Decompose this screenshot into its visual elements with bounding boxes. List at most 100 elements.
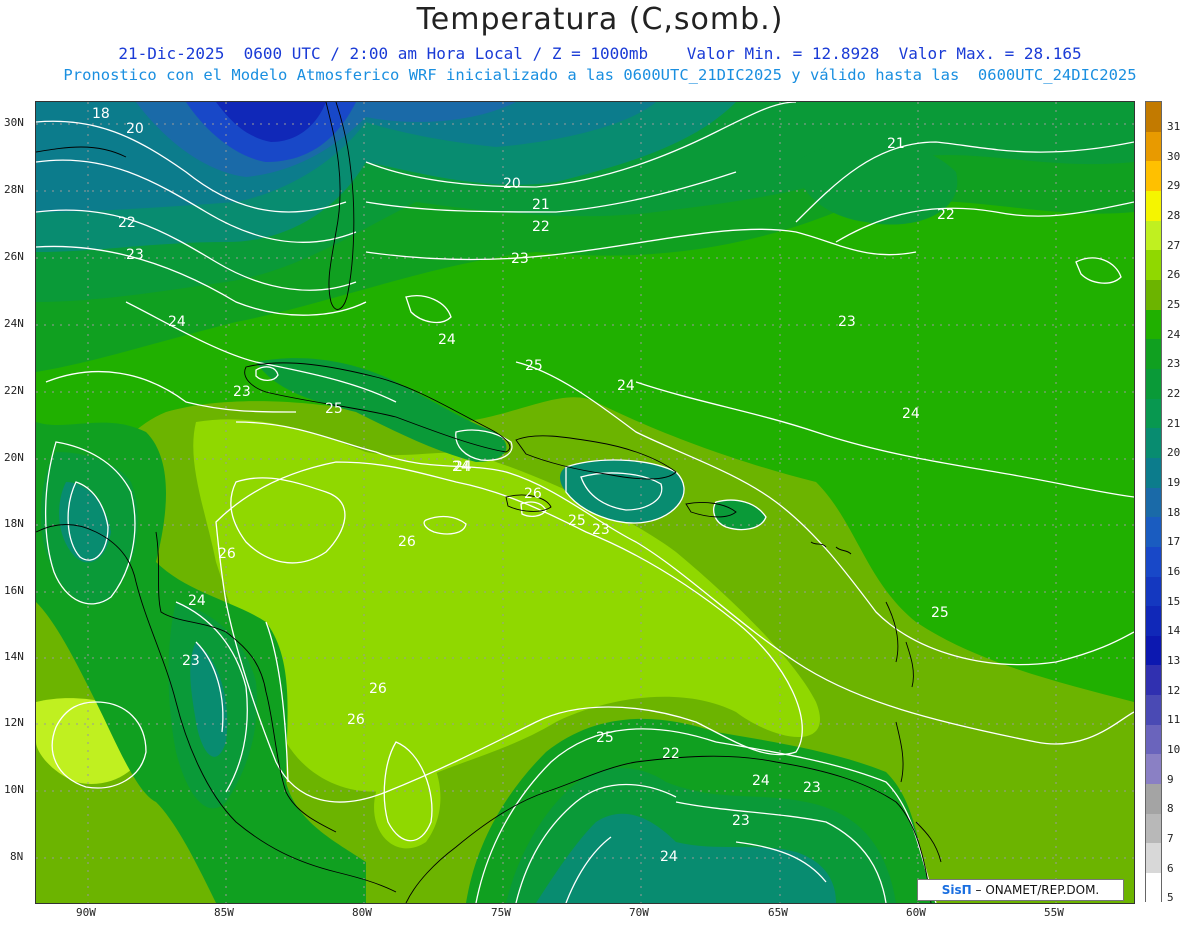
color-scale-segment — [1146, 635, 1161, 666]
contour-label: 22 — [118, 215, 136, 231]
contour-label: 23 — [732, 813, 750, 829]
lat-label: 24N — [4, 317, 24, 330]
color-scale-segment — [1146, 102, 1161, 132]
contour-label: 25 — [568, 513, 586, 529]
contour-label: 24 — [452, 459, 470, 475]
lon-label: 65W — [768, 906, 788, 919]
color-scale-label: 16 — [1167, 564, 1181, 578]
color-scale-label: 11 — [1167, 713, 1181, 727]
color-scale-label: 23 — [1167, 357, 1181, 371]
contour-label: 24 — [752, 773, 770, 789]
color-scale-label: 26 — [1167, 268, 1181, 282]
color-scale-bar — [1145, 101, 1162, 903]
lat-label: 22N — [4, 384, 24, 397]
lat-label: 20N — [4, 451, 24, 464]
lat-label: 28N — [4, 183, 24, 196]
color-scale-segment — [1146, 695, 1161, 725]
lat-label: 18N — [4, 517, 24, 530]
color-scale-segment — [1146, 843, 1161, 874]
lon-label: 55W — [1044, 906, 1064, 919]
color-scale-label: 14 — [1167, 624, 1181, 638]
contour-label: 25 — [325, 401, 343, 417]
lon-label: 60W — [906, 906, 926, 919]
lon-label: 70W — [629, 906, 649, 919]
credit-box: SisΠ – ONAMET/REP.DOM. — [917, 879, 1124, 901]
contour-label: 21 — [887, 136, 905, 152]
lat-label: 10N — [4, 783, 24, 796]
contour-label: 25 — [525, 358, 543, 374]
contour-label: 24 — [660, 849, 678, 865]
contour-label: 26 — [347, 712, 365, 728]
contour-label: 23 — [838, 314, 856, 330]
color-scale-label: 28 — [1167, 208, 1181, 222]
color-scale-label: 21 — [1167, 416, 1181, 430]
contour-label: 24 — [438, 332, 456, 348]
color-scale-segment — [1146, 190, 1161, 221]
contour-label: 26 — [369, 681, 387, 697]
color-scale-label: 12 — [1167, 683, 1181, 697]
color-scale-label: 25 — [1167, 297, 1181, 311]
color-scale-segment — [1146, 576, 1161, 607]
contour-label: 25 — [596, 730, 614, 746]
color-scale-segment — [1146, 487, 1161, 518]
color-scale-label: 19 — [1167, 475, 1181, 489]
contour-label: 23 — [233, 384, 251, 400]
color-scale-segment — [1146, 517, 1161, 547]
color-scale-segment — [1146, 398, 1161, 429]
color-scale-segment — [1146, 457, 1161, 488]
color-scale-segment — [1146, 813, 1161, 844]
color-scale-label: 9 — [1167, 772, 1174, 786]
sispi-logo: SisΠ — [941, 883, 972, 897]
contour-label: 25 — [931, 605, 949, 621]
lat-label: 26N — [4, 250, 24, 263]
color-scale-segment — [1146, 665, 1161, 696]
color-scale-segment — [1146, 220, 1161, 251]
contour-label: 21 — [532, 197, 550, 213]
color-scale-segment — [1146, 161, 1161, 191]
color-scale-segment — [1146, 724, 1161, 755]
contour-label: 23 — [126, 247, 144, 263]
model-info-line: Pronostico con el Modelo Atmosferico WRF… — [63, 66, 1137, 84]
contour-label: 18 — [92, 106, 110, 122]
map-title: Temperatura (C,somb.) — [416, 2, 784, 37]
lon-label: 85W — [214, 906, 234, 919]
color-scale-label: 20 — [1167, 446, 1181, 460]
color-scale-segment — [1146, 339, 1161, 369]
contour-label: 20 — [503, 176, 521, 192]
contour-label: 26 — [398, 534, 416, 550]
lon-label: 80W — [352, 906, 372, 919]
lat-label: 14N — [4, 650, 24, 663]
color-scale-label: 5 — [1167, 891, 1174, 905]
color-scale-label: 8 — [1167, 802, 1174, 816]
contour-label: 23 — [803, 780, 821, 796]
contour-label: 26 — [524, 486, 542, 502]
contour-label: 23 — [511, 251, 529, 267]
color-scale-label: 30 — [1167, 149, 1181, 163]
color-scale-label: 15 — [1167, 594, 1181, 608]
color-scale-label: 18 — [1167, 505, 1181, 519]
color-scale-label: 7 — [1167, 831, 1174, 845]
color-scale-label: 6 — [1167, 861, 1174, 875]
color-scale-label: 27 — [1167, 238, 1181, 252]
contour-label: 24 — [168, 314, 186, 330]
temperature-map: 18 20 22 23 24 23 25 24 26 26 24 23 26 2… — [35, 101, 1135, 904]
color-scale-segment — [1146, 250, 1161, 280]
color-scale-segment — [1146, 279, 1161, 310]
color-scale-segment — [1146, 428, 1161, 458]
color-scale-segment — [1146, 368, 1161, 399]
lon-label: 90W — [76, 906, 96, 919]
lat-label: 30N — [4, 116, 24, 129]
color-scale-label: 29 — [1167, 179, 1181, 193]
contour-label: 23 — [182, 653, 200, 669]
color-scale-label: 24 — [1167, 327, 1181, 341]
contour-label: 24 — [902, 406, 920, 422]
lat-label: 12N — [4, 716, 24, 729]
color-scale-segment — [1146, 546, 1161, 577]
lat-label: 8N — [10, 850, 24, 863]
contour-label: 26 — [218, 546, 236, 562]
color-scale-label: 10 — [1167, 742, 1181, 756]
color-scale-segment — [1146, 754, 1161, 785]
contour-label: 22 — [662, 746, 680, 762]
valid-time-line: 21-Dic-2025 0600 UTC / 2:00 am Hora Loca… — [118, 44, 1082, 63]
contour-label: 24 — [617, 378, 635, 394]
